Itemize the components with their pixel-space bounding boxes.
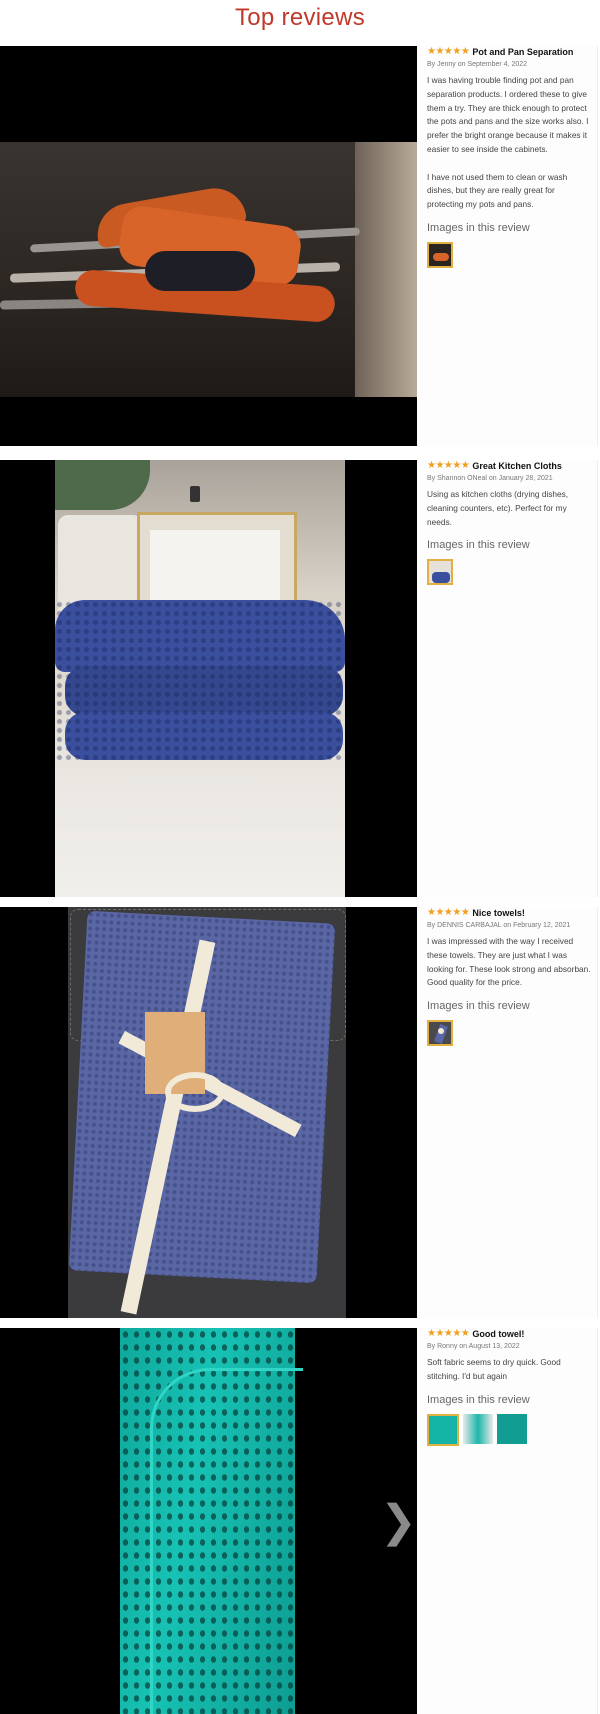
star-rating: ★★★★★ — [427, 907, 470, 918]
review-text: Using as kitchen cloths (drying dishes, … — [427, 489, 569, 527]
review-text: I was impressed with the way I received … — [427, 936, 591, 988]
review-title[interactable]: Good towel! — [472, 1329, 524, 1339]
page-title: Top reviews — [234, 4, 365, 31]
review-panel: ★★★★★ Good towel! By Ronny on August 13,… — [417, 1328, 598, 1714]
review-thumbnail[interactable] — [427, 1020, 453, 1047]
review-photo[interactable] — [0, 1328, 417, 1714]
review-thumbnail[interactable] — [497, 1413, 527, 1444]
star-rating: ★★★★★ — [427, 460, 470, 471]
star-rating: ★★★★★ — [427, 1328, 470, 1339]
review-thumbnail[interactable] — [463, 1413, 493, 1444]
review-byline: By Ronny on August 13, 2022 — [427, 1343, 520, 1350]
review-byline: By Jenny on September 4, 2022 — [427, 61, 528, 68]
review-thumbnails — [427, 559, 591, 586]
review-card: ★★★★★ Good towel! By Ronny on August 13,… — [0, 1328, 600, 1714]
review-thumbnail[interactable] — [427, 241, 453, 268]
review-byline: By Shannon ONeal on January 28, 2021 — [427, 475, 553, 482]
review-photo[interactable] — [0, 460, 417, 897]
review-thumbnail[interactable] — [427, 1413, 459, 1446]
review-title[interactable]: Great Kitchen Cloths — [472, 461, 562, 471]
review-card: ★★★★★ Nice towels! By DENNIS CARBAJAL on… — [0, 907, 600, 1318]
review-title[interactable]: Nice towels! — [472, 908, 525, 918]
images-heading: Images in this review — [427, 539, 530, 552]
review-byline: By DENNIS CARBAJAL on February 12, 2021 — [427, 922, 571, 929]
review-text: I was having trouble finding pot and pan… — [427, 75, 589, 210]
review-photo[interactable] — [0, 46, 417, 446]
review-thumbnails — [427, 241, 591, 268]
review-thumbnails — [427, 1413, 591, 1446]
review-title[interactable]: Pot and Pan Separation — [472, 47, 573, 57]
review-card: ★★★★★ Great Kitchen Cloths By Shannon ON… — [0, 460, 600, 897]
chevron-right-icon[interactable]: ❯ — [380, 1497, 417, 1547]
star-rating: ★★★★★ — [427, 46, 470, 57]
images-heading: Images in this review — [427, 1393, 530, 1406]
review-panel: ★★★★★ Great Kitchen Cloths By Shannon ON… — [417, 460, 598, 897]
review-card: ★★★★★ Pot and Pan Separation By Jenny on… — [0, 46, 600, 446]
review-panel: ★★★★★ Nice towels! By DENNIS CARBAJAL on… — [417, 907, 598, 1318]
images-heading: Images in this review — [427, 1000, 530, 1013]
review-panel: ★★★★★ Pot and Pan Separation By Jenny on… — [417, 46, 598, 446]
review-thumbnails — [427, 1020, 591, 1047]
review-thumbnail[interactable] — [427, 559, 453, 586]
review-text: Soft fabric seems to dry quick. Good sti… — [427, 1357, 561, 1381]
images-heading: Images in this review — [427, 221, 530, 234]
review-photo[interactable] — [0, 907, 417, 1318]
